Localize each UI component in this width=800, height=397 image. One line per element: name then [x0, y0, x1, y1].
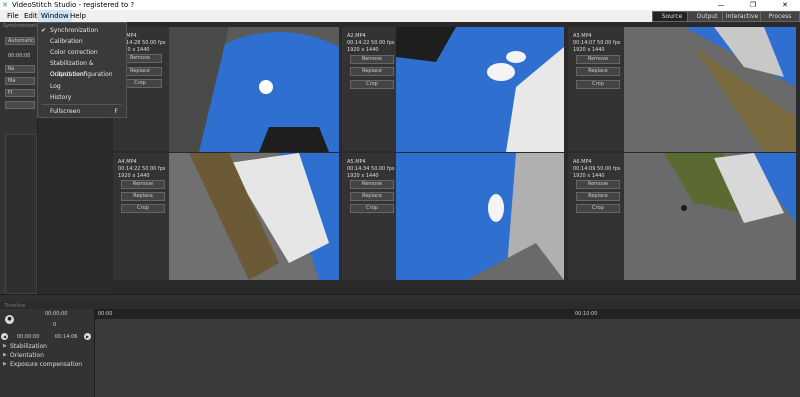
source-name: A5.MP4 — [347, 159, 366, 165]
window-menu-dropdown: ✔ Synchronization Calibration Color corr… — [37, 22, 127, 118]
expand-icon: ▶ — [3, 352, 7, 358]
window-title: VideoStitch Studio - registered to ? — [12, 1, 135, 9]
timeline-ruler[interactable]: 00:00 00:10:00 — [95, 309, 800, 320]
maximize-button[interactable]: ❐ — [738, 0, 768, 10]
source-tab[interactable]: Source — [652, 11, 692, 22]
process-tab[interactable]: Process — [760, 11, 800, 22]
menu-item-log[interactable]: Log — [38, 81, 126, 92]
source-card-a4: A4.MP4 00:14:22 50.00 fps 1920 x 1440 Re… — [113, 153, 169, 280]
menu-item-color-correction[interactable]: Color correction — [38, 47, 126, 58]
track-stabilization[interactable]: ▶ Stabilization — [0, 343, 47, 350]
crop-button[interactable]: Crop — [350, 80, 394, 89]
replace-button[interactable]: Replace — [576, 192, 620, 201]
source-duration: 00:14:34 50.00 fps — [347, 166, 395, 172]
expand-icon: ▶ — [3, 361, 7, 367]
status-bar — [0, 294, 800, 302]
source-name: A6.MP4 — [573, 159, 592, 165]
remove-button[interactable]: Remove — [576, 55, 620, 64]
source-thumbnail-a3[interactable] — [624, 27, 796, 152]
source-card-a2: A2.MP4 00:14:22 50.00 fps 1920 x 1440 Re… — [342, 27, 396, 151]
menu-item-output-configuration[interactable]: Output configuration — [38, 69, 126, 80]
source-card-a6: A6.MP4 00:14:09 50.00 fps 1920 x 1440 Re… — [568, 153, 624, 280]
remove-button[interactable]: Remove — [576, 180, 620, 189]
source-thumbnail-a6[interactable] — [624, 153, 796, 280]
source-thumbnail-a5[interactable] — [396, 153, 564, 280]
source-duration: 00:14:22 50.00 fps — [118, 166, 166, 172]
end-marker-icon[interactable]: ▶ — [84, 333, 91, 340]
frame-number: 0 — [53, 322, 57, 328]
expand-icon: ▶ — [3, 343, 7, 349]
track-orientation[interactable]: ▶ Orientation — [0, 352, 44, 359]
menu-item-synchronization[interactable]: ✔ Synchronization — [38, 25, 126, 36]
source-thumbnail-a1[interactable] — [169, 27, 339, 152]
source-card-a5: A5.MP4 00:14:34 50.00 fps 1920 x 1440 Re… — [342, 153, 396, 280]
menu-file[interactable]: File — [4, 10, 22, 22]
replace-button[interactable]: Replace — [350, 67, 394, 76]
source-duration: 00:14:09 50.00 fps — [573, 166, 621, 172]
end-time: 00:14:06 — [55, 334, 78, 340]
source-resolution: 1920 x 1440 — [347, 47, 379, 53]
crop-button[interactable]: Crop — [576, 204, 620, 213]
source-duration: 00:14:07 50.00 fps — [573, 40, 621, 46]
ruler-start: 00:00 — [98, 311, 113, 317]
remove-button[interactable]: Remove — [350, 55, 394, 64]
menu-item-calibration[interactable]: Calibration — [38, 36, 126, 47]
crop-button[interactable]: Crop — [576, 80, 620, 89]
panel-button-5[interactable] — [5, 101, 35, 109]
panel-button-4[interactable]: Fl — [5, 89, 35, 97]
menu-separator — [42, 104, 122, 105]
menu-help[interactable]: Help — [67, 10, 89, 22]
output-tab[interactable]: Output — [687, 11, 727, 22]
remove-button[interactable]: Remove — [121, 180, 165, 189]
crop-button[interactable]: Crop — [121, 204, 165, 213]
source-resolution: 1920 x 1440 — [118, 173, 150, 179]
source-card-a3: A3.MP4 00:14:07 50.00 fps 1920 x 1440 Re… — [568, 27, 624, 151]
replace-button[interactable]: Replace — [121, 192, 165, 201]
source-name: A2.MP4 — [347, 33, 366, 39]
synchronization-panel: Synchronization Automatic 00:00:00 Re Ma… — [0, 22, 43, 294]
remove-button[interactable]: Remove — [350, 180, 394, 189]
minimize-button[interactable]: — — [706, 0, 736, 10]
source-thumbnail-a4[interactable] — [169, 153, 339, 280]
ruler-mid: 00:10:00 — [575, 311, 598, 317]
replace-button[interactable]: Replace — [576, 67, 620, 76]
menu-item-history[interactable]: History — [38, 92, 126, 103]
start-time: 00:00:00 — [17, 334, 40, 340]
title-bar: ✕ VideoStitch Studio - registered to ? —… — [0, 0, 800, 10]
check-icon: ✔ — [41, 27, 47, 34]
source-resolution: 1920 x 1440 — [573, 173, 605, 179]
close-button[interactable]: ✕ — [770, 0, 800, 10]
panel-button-3[interactable]: Ma — [5, 77, 35, 85]
menu-item-stabilization[interactable]: Stabilization & Orientation — [38, 58, 126, 78]
play-button[interactable]: ● — [5, 315, 14, 324]
source-resolution: 1920 x 1440 — [573, 47, 605, 53]
panel-list-box — [5, 134, 37, 294]
source-name: A3.MP4 — [573, 33, 592, 39]
replace-button[interactable]: Replace — [350, 192, 394, 201]
app-icon: ✕ — [2, 1, 8, 9]
source-resolution: 1920 x 1440 — [347, 173, 379, 179]
panel-button-2[interactable]: Re — [5, 65, 35, 73]
track-exposure[interactable]: ▶ Exposure compensation — [0, 361, 82, 368]
timeline-panel: Timeline ● 00:00:00 0 ◀ 00:00:00 00:14:0… — [0, 302, 800, 397]
source-duration: 00:14:22 50.00 fps — [347, 40, 395, 46]
sources-grid: A1.MP4 00:14:28 50.00 fps 1920 x 1440 A2… — [110, 22, 800, 294]
crop-button[interactable]: Crop — [350, 204, 394, 213]
menu-item-fullscreen[interactable]: Fullscreen F — [38, 106, 126, 117]
interactive-tab[interactable]: Interactive — [722, 11, 762, 22]
track-area[interactable] — [95, 320, 800, 397]
play-time: 00:00:00 — [45, 311, 68, 317]
sync-time: 00:00:00 — [8, 53, 31, 59]
source-thumbnail-a2[interactable] — [396, 27, 564, 152]
source-name: A4.MP4 — [118, 159, 137, 165]
automatic-button[interactable]: Automatic — [5, 37, 35, 45]
start-marker-icon[interactable]: ◀ — [1, 333, 8, 340]
